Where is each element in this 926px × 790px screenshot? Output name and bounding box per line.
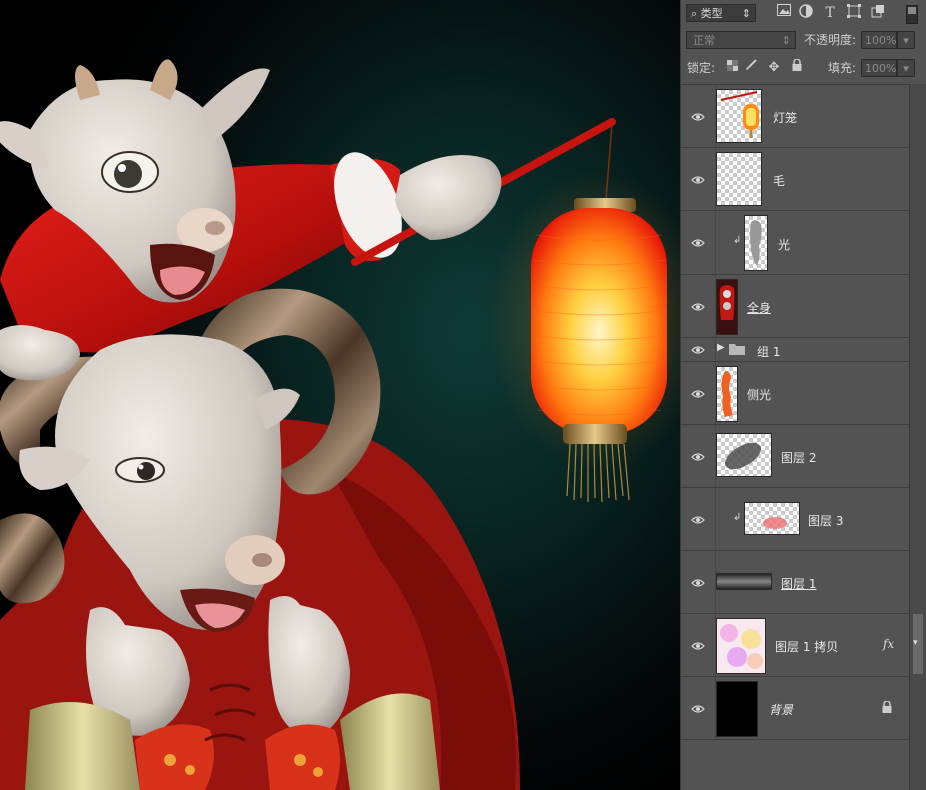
visibility-toggle[interactable] [681, 488, 716, 550]
layer-row[interactable]: 背景 [681, 677, 909, 740]
chevron-updown-icon: ⇕ [781, 34, 791, 47]
scroll-down-arrow-icon[interactable]: ▾ [913, 638, 918, 648]
filter-kind-label: 类型 [700, 7, 723, 20]
layer-name[interactable]: 图层 1 拷贝 [775, 638, 838, 655]
layer-name[interactable]: 组 1 [757, 343, 780, 360]
chevron-down-icon: ▾ [903, 62, 909, 75]
opacity-input[interactable]: 100% [861, 31, 897, 49]
layer-thumbnail [716, 279, 738, 335]
layer-row[interactable]: 图层 2 [681, 425, 909, 488]
fill-input[interactable]: 100% [861, 59, 897, 77]
layers-panel: ⌕ 类型 ⇕ T 正常 ⇕ 不透明度: 100% ▾ 锁定: ✥ 填充: 100… [680, 0, 926, 790]
chevron-down-icon: ▾ [903, 34, 909, 47]
opacity-dropdown-button[interactable]: ▾ [897, 31, 915, 49]
layer-name[interactable]: 全身 [747, 299, 771, 316]
visibility-toggle[interactable] [681, 425, 716, 487]
search-icon: ⌕ [691, 7, 698, 20]
layer-name[interactable]: 图层 2 [781, 449, 816, 466]
adjustment-filter-icon[interactable] [797, 4, 815, 22]
smart-object-filter-icon[interactable] [869, 4, 887, 22]
layer-row[interactable]: 侧光 [681, 362, 909, 425]
layer-row[interactable]: ↲ 光 [681, 211, 909, 275]
visibility-toggle[interactable] [681, 85, 716, 147]
eye-icon [691, 389, 705, 399]
lock-position-move-icon[interactable]: ✥ [765, 59, 783, 77]
layer-thumbnail [716, 89, 762, 143]
folder-icon [729, 343, 745, 358]
eye-icon [691, 578, 705, 588]
blend-mode-value: 正常 [693, 34, 715, 47]
fill-label: 填充: [828, 61, 857, 75]
shape-filter-icon[interactable] [845, 4, 863, 22]
layer-effects-fx-icon[interactable]: fx [883, 637, 894, 651]
layer-thumbnail [716, 152, 762, 206]
eye-icon [691, 641, 705, 651]
visibility-toggle[interactable] [681, 614, 716, 676]
layer-thumbnail [716, 366, 738, 422]
text-filter-icon[interactable]: T [821, 4, 839, 22]
layer-thumbnail [716, 681, 758, 737]
layer-row[interactable]: 图层 1 [681, 551, 909, 614]
layer-name[interactable]: 图层 1 [781, 575, 816, 592]
layer-row[interactable]: 灯笼 [681, 85, 909, 148]
layer-name[interactable]: 图层 3 [808, 512, 843, 529]
image-filter-icon[interactable] [775, 4, 793, 22]
layer-name[interactable]: 背景 [769, 701, 793, 718]
layer-thumbnail [716, 618, 766, 674]
layer-group-row[interactable]: ▶ 组 1 [681, 338, 909, 362]
layer-name[interactable]: 毛 [773, 172, 785, 189]
blend-row: 正常 ⇕ 不透明度: 100% ▾ [681, 29, 926, 55]
eye-icon [691, 302, 705, 312]
layer-thumbnail [744, 502, 800, 535]
visibility-toggle[interactable] [681, 211, 716, 274]
blend-mode-dropdown[interactable]: 正常 ⇕ [686, 31, 796, 49]
chevron-updown-icon: ⇕ [741, 7, 751, 20]
document-canvas[interactable] [0, 0, 680, 790]
layer-list: 灯笼 毛 ↲ 光 全身 ▶ 组 1 侧光 图层 2 ↲ 图层 3 图层 1 图层… [681, 84, 909, 745]
lock-row: 锁定: ✥ 填充: 100% ▾ [681, 57, 926, 83]
opacity-label: 不透明度: [804, 33, 857, 47]
visibility-toggle[interactable] [681, 148, 716, 210]
filter-kind-dropdown[interactable]: ⌕ 类型 ⇕ [686, 4, 756, 22]
layer-thumbnail [716, 573, 772, 590]
layer-filter-bar: ⌕ 类型 ⇕ T [681, 2, 926, 28]
lock-all-icon[interactable] [788, 58, 806, 77]
eye-icon [691, 452, 705, 462]
layers-scrollbar[interactable]: ▾ [909, 84, 926, 790]
visibility-toggle[interactable] [681, 338, 716, 361]
layer-thumbnail [716, 433, 772, 477]
layer-row[interactable]: ↲ 图层 3 [681, 488, 909, 551]
visibility-toggle[interactable] [681, 275, 716, 337]
clipping-mask-icon: ↲ [733, 512, 742, 523]
visibility-toggle[interactable] [681, 362, 716, 424]
eye-icon [691, 704, 705, 714]
clipping-mask-icon: ↲ [733, 235, 742, 246]
visibility-toggle[interactable] [681, 551, 716, 613]
eye-icon [691, 345, 705, 355]
lock-label: 锁定: [687, 61, 716, 75]
artwork-goats-lantern [0, 59, 680, 790]
layer-row[interactable]: 毛 [681, 148, 909, 211]
layer-row[interactable]: 图层 1 拷贝 fx [681, 614, 909, 677]
eye-icon [691, 515, 705, 525]
lock-transparent-icon[interactable] [723, 59, 741, 77]
eye-icon [691, 112, 705, 122]
layer-name[interactable]: 光 [778, 236, 790, 253]
visibility-toggle[interactable] [681, 677, 716, 739]
layer-name[interactable]: 灯笼 [773, 109, 797, 126]
layer-thumbnail [744, 215, 768, 271]
layer-row[interactable]: 全身 [681, 275, 909, 338]
eye-icon [691, 175, 705, 185]
layer-name[interactable]: 侧光 [747, 386, 771, 403]
filter-toggle-switch[interactable] [906, 5, 918, 24]
lock-icon [882, 700, 892, 716]
expand-triangle-icon[interactable]: ▶ [717, 342, 725, 353]
lock-pixels-brush-icon[interactable] [742, 59, 760, 77]
fill-dropdown-button[interactable]: ▾ [897, 59, 915, 77]
eye-icon [691, 238, 705, 248]
